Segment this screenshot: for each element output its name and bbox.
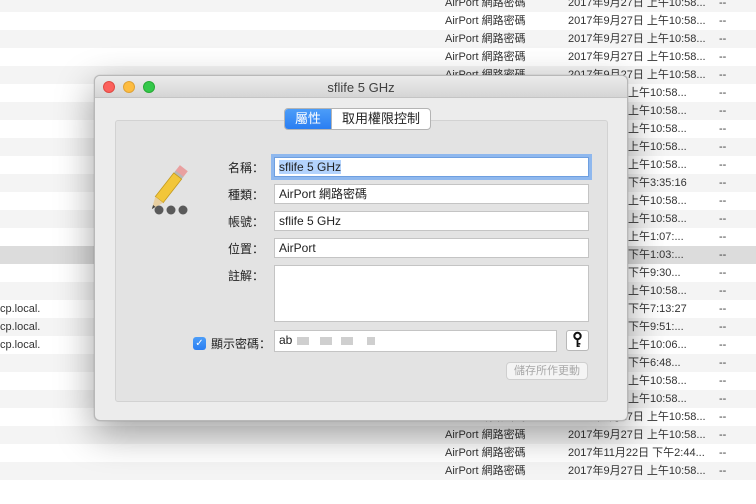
comments-label: 註解： [227, 269, 264, 283]
list-cell-kind: AirPort 網路密碼 [445, 465, 526, 477]
list-cell-kind: AirPort 網路密碼 [445, 447, 526, 459]
list-cell-date: 2017年9月27日 上午10:58... [568, 429, 706, 441]
list-cell-kind: AirPort 網路密碼 [445, 33, 526, 45]
list-cell-date: 上午10:58... [628, 213, 687, 225]
list-cell-date: 上午10:58... [628, 87, 687, 99]
list-cell-size: -- [719, 105, 727, 117]
list-cell-kind: AirPort 網路密碼 [445, 429, 526, 441]
name-value: sflife 5 GHz [279, 160, 342, 174]
list-cell-size: -- [719, 141, 727, 153]
list-cell-date: 2017年9月27日 上午10:58... [568, 465, 706, 477]
list-cell-size: -- [719, 321, 727, 333]
keychain-item-window: sflife 5 GHz 屬性 取用權限控制 名稱： sflife 5 GHz … [94, 75, 628, 421]
list-cell-date: 上午10:58... [628, 141, 687, 153]
list-cell-size: -- [719, 447, 727, 459]
list-cell-size: -- [719, 375, 727, 387]
list-cell-size: -- [719, 213, 727, 225]
list-item[interactable]: AirPort 網路密碼 2017年9月27日 上午10:58... -- [0, 30, 756, 48]
list-cell-size: -- [719, 195, 727, 207]
list-cell-size: -- [719, 51, 727, 63]
list-cell-size: -- [719, 69, 727, 81]
list-cell-date: 下午1:03:... [628, 249, 684, 261]
title-bar[interactable]: sflife 5 GHz [95, 76, 627, 98]
list-cell-size: -- [719, 177, 727, 189]
tab-access-control[interactable]: 取用權限控制 [331, 109, 430, 129]
keychain-access-button[interactable] [566, 330, 589, 351]
list-cell-date: 下午7:13:27 [628, 303, 687, 315]
list-cell-size: -- [719, 123, 727, 135]
save-changes-button[interactable]: 儲存所作更動 [506, 362, 588, 380]
list-cell-size: -- [719, 357, 727, 369]
list-cell-left: cp.local. [0, 303, 41, 315]
password-redaction [366, 336, 375, 345]
list-cell-size: -- [719, 267, 727, 279]
list-cell-size: -- [719, 285, 727, 297]
list-cell-size: -- [719, 465, 727, 477]
list-cell-date: 上午10:58... [628, 393, 687, 405]
where-field[interactable]: AirPort [274, 238, 589, 258]
list-cell-size: -- [719, 429, 727, 441]
list-cell-size: -- [719, 249, 727, 261]
list-cell-size: -- [719, 231, 727, 243]
tab-bar: 屬性 取用權限控制 [284, 108, 432, 130]
list-item[interactable]: AirPort 網路密碼 2017年9月27日 上午10:58... -- [0, 462, 756, 480]
show-password-checkbox[interactable]: ✓ [193, 337, 206, 350]
list-cell-date: 2017年11月22日 下午2:44... [568, 447, 705, 459]
tab-attributes[interactable]: 屬性 [285, 109, 332, 129]
list-item[interactable]: AirPort 網路密碼 2017年9月27日 上午10:58... -- [0, 0, 756, 12]
list-item[interactable]: AirPort 網路密碼 2017年11月22日 下午2:44... -- [0, 444, 756, 462]
account-field[interactable]: sflife 5 GHz [274, 211, 589, 231]
list-cell-kind: AirPort 網路密碼 [445, 0, 526, 9]
list-cell-date: 上午10:58... [628, 195, 687, 207]
kind-label: 種類： [227, 188, 264, 202]
list-item[interactable]: AirPort 網路密碼 2017年9月27日 上午10:58... -- [0, 12, 756, 30]
list-cell-date: 2017年9月27日 上午10:58... [568, 0, 706, 9]
list-cell-size: -- [719, 393, 727, 405]
list-cell-date: 下午6:48... [628, 357, 681, 369]
list-cell-date: 上午1:07:... [628, 231, 684, 243]
list-cell-date: 上午10:58... [628, 159, 687, 171]
show-password-label: 顯示密碼： [211, 337, 272, 351]
where-label: 位置： [227, 242, 264, 256]
list-cell-date: 2017年9月27日 上午10:58... [568, 33, 706, 45]
key-icon [573, 331, 582, 347]
show-password-checkbox-group[interactable]: ✓ 顯示密碼： [193, 335, 271, 352]
password-redaction [296, 336, 309, 345]
list-cell-date: 下午3:35:16 [628, 177, 687, 189]
list-cell-date: 2017年9月27日 上午10:58... [568, 51, 706, 63]
comments-field[interactable] [274, 265, 589, 322]
list-cell-date: 上午10:06... [628, 339, 687, 351]
list-cell-date: 上午10:58... [628, 123, 687, 135]
list-cell-date: 下午9:30... [628, 267, 681, 279]
list-cell-date: 上午10:58... [628, 375, 687, 387]
password-visible-text: ab [279, 333, 293, 347]
list-cell-left: cp.local. [0, 339, 41, 351]
list-cell-date: 2017年9月27日 上午10:58... [568, 15, 706, 27]
list-cell-left: cp.local. [0, 321, 41, 333]
list-cell-date: 上午10:58... [628, 285, 687, 297]
password-field[interactable]: ab [274, 330, 557, 352]
list-cell-size: -- [719, 87, 727, 99]
list-cell-size: -- [719, 15, 727, 27]
list-item[interactable]: AirPort 網路密碼 2017年9月27日 上午10:58... -- [0, 48, 756, 66]
list-cell-date: 下午9:51:... [628, 321, 684, 333]
name-label: 名稱： [227, 161, 264, 175]
list-cell-kind: AirPort 網路密碼 [445, 15, 526, 27]
list-cell-size: -- [719, 0, 727, 9]
list-cell-size: -- [719, 339, 727, 351]
name-field[interactable]: sflife 5 GHz [274, 157, 589, 177]
list-cell-date: 上午10:58... [628, 105, 687, 117]
kind-field[interactable]: AirPort 網路密碼 [274, 184, 589, 204]
list-cell-kind: AirPort 網路密碼 [445, 51, 526, 63]
list-cell-size: -- [719, 411, 727, 423]
window-title: sflife 5 GHz [327, 80, 395, 95]
password-redaction [341, 336, 354, 345]
list-cell-size: -- [719, 159, 727, 171]
password-redaction [320, 336, 333, 345]
account-label: 帳號： [227, 215, 264, 229]
list-cell-size: -- [719, 33, 727, 45]
list-item[interactable]: AirPort 網路密碼 2017年9月27日 上午10:58... -- [0, 426, 756, 444]
list-cell-size: -- [719, 303, 727, 315]
